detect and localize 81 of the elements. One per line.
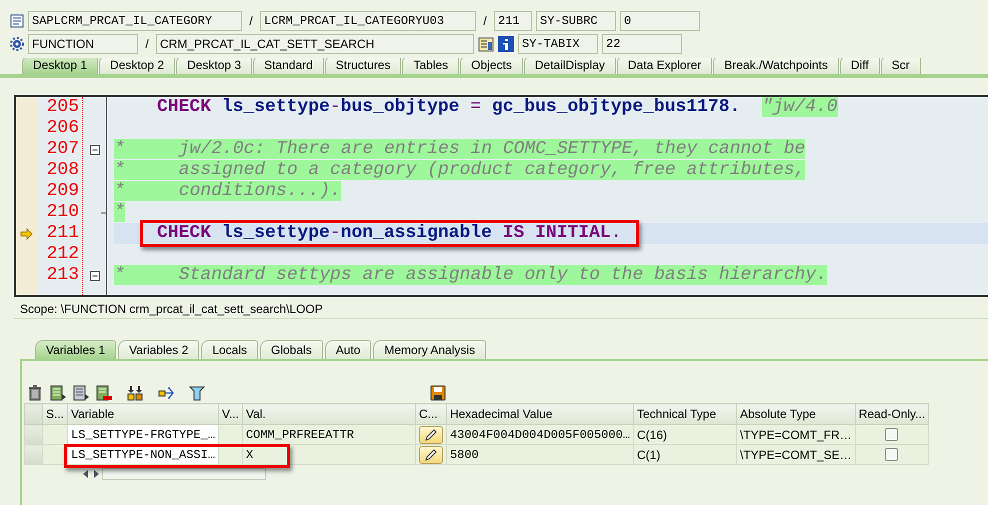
table-cell: COMM_PRFREEATTR [242, 424, 416, 444]
tab[interactable]: Variables 1 [35, 340, 116, 359]
column-header[interactable]: V... [218, 404, 242, 424]
tab[interactable]: Tables [402, 58, 460, 74]
program-field[interactable]: SAPLCRM_PRCAT_IL_CATEGORY [28, 11, 242, 31]
line-number: 210 [46, 202, 80, 223]
separator: / [144, 36, 150, 53]
document-icon[interactable] [478, 36, 494, 52]
line-number: 206 [46, 118, 80, 139]
tab[interactable]: Standard [253, 58, 324, 74]
tab[interactable]: DetailDisplay [524, 58, 616, 74]
event-name-field[interactable]: CRM_PRCAT_IL_CAT_SETT_SEARCH [156, 34, 474, 54]
line-number: 208 [46, 160, 80, 181]
tab[interactable]: Data Explorer [616, 58, 712, 74]
pencil-icon[interactable] [424, 428, 438, 442]
table-cell: C(16) [633, 424, 736, 444]
table-cell: \TYPE=COMT_FR… [736, 424, 856, 444]
line-number: 211 [46, 223, 80, 244]
tab[interactable]: Memory Analysis [373, 340, 486, 359]
system-field-value[interactable]: 22 [602, 34, 682, 54]
program-icon[interactable] [10, 14, 24, 28]
branch-arrow-icon[interactable] [158, 385, 176, 401]
pencil-icon[interactable] [424, 448, 438, 462]
scrollbar-thumb[interactable] [102, 468, 266, 480]
tab[interactable]: Structures [324, 58, 402, 74]
line-number: 213 [46, 265, 80, 286]
filter-icon[interactable] [189, 385, 207, 401]
column-header[interactable]: Absolute Type [736, 404, 856, 424]
system-field-name[interactable]: SY-TABIX [518, 34, 598, 54]
code-line: CHECK ls_settype-bus_objtype = gc_bus_objtype_bus1178. "jw/4.0 [157, 98, 838, 117]
checkbox[interactable] [885, 428, 898, 441]
table-cell: C(1) [633, 444, 736, 464]
scroll-left-icon[interactable] [82, 469, 90, 479]
include-field[interactable]: LCRM_PRCAT_IL_CATEGORYU03 [260, 11, 476, 31]
table-cell: 5800 [446, 444, 634, 464]
edit-button[interactable] [418, 426, 443, 444]
column-header[interactable]: Read-Only... [855, 404, 929, 424]
tab[interactable]: Scr [880, 58, 921, 74]
table-cell: 43004F004D004D005F005000… [446, 424, 634, 444]
separator: / [248, 13, 254, 30]
system-field-name[interactable]: SY-SUBRC [536, 11, 616, 31]
collapse-icon[interactable] [90, 270, 100, 280]
gear-icon[interactable] [10, 37, 24, 51]
table-cell: X [242, 444, 416, 464]
event-type-field[interactable]: FUNCTION [28, 34, 138, 54]
merge-icon[interactable] [127, 385, 145, 401]
tab[interactable]: Locals [201, 340, 258, 359]
line-number: 207 [46, 139, 80, 160]
tab[interactable]: Diff [840, 58, 880, 74]
tab[interactable]: Desktop 2 [99, 58, 176, 74]
column-header[interactable]: S... [42, 404, 68, 424]
column-header[interactable]: Hexadecimal Value [446, 404, 634, 424]
tab[interactable]: Desktop 1 [22, 58, 98, 74]
column-header[interactable]: Variable [68, 404, 219, 424]
info-icon[interactable] [498, 36, 514, 52]
table-cell: \TYPE=COMT_SE… [736, 444, 856, 464]
tab[interactable]: Globals [260, 340, 323, 359]
scope-text: Scope: \FUNCTION crm_prcat_il_cat_sett_search\LOOP [14, 297, 988, 319]
list-export-icon[interactable] [50, 385, 68, 401]
checkbox[interactable] [885, 448, 898, 461]
line-number: 205 [46, 97, 80, 118]
line-field[interactable]: 211 [494, 11, 532, 31]
table-cell: LS_SETTYPE-FRGTYPE_… [68, 424, 219, 444]
column-header[interactable]: C... [415, 404, 446, 424]
list-delete-icon[interactable] [96, 385, 114, 401]
edit-button[interactable] [418, 446, 443, 464]
save-icon[interactable] [430, 385, 446, 401]
line-number: 212 [46, 244, 80, 265]
tab[interactable]: Objects [460, 58, 523, 74]
separator: / [482, 13, 488, 30]
tab[interactable]: Variables 2 [118, 340, 200, 359]
tab[interactable]: Desktop 3 [176, 58, 252, 74]
list-import-icon[interactable] [73, 385, 91, 401]
line-number: 209 [46, 181, 80, 202]
tab[interactable]: Auto [324, 340, 372, 359]
scroll-right-icon[interactable] [92, 469, 100, 479]
collapse-icon[interactable] [90, 144, 100, 154]
column-header[interactable]: Val. [242, 404, 416, 424]
tab[interactable]: Break./Watchpoints [713, 58, 839, 74]
column-header[interactable]: Technical Type [633, 404, 736, 424]
system-field-value[interactable]: 0 [620, 11, 700, 31]
